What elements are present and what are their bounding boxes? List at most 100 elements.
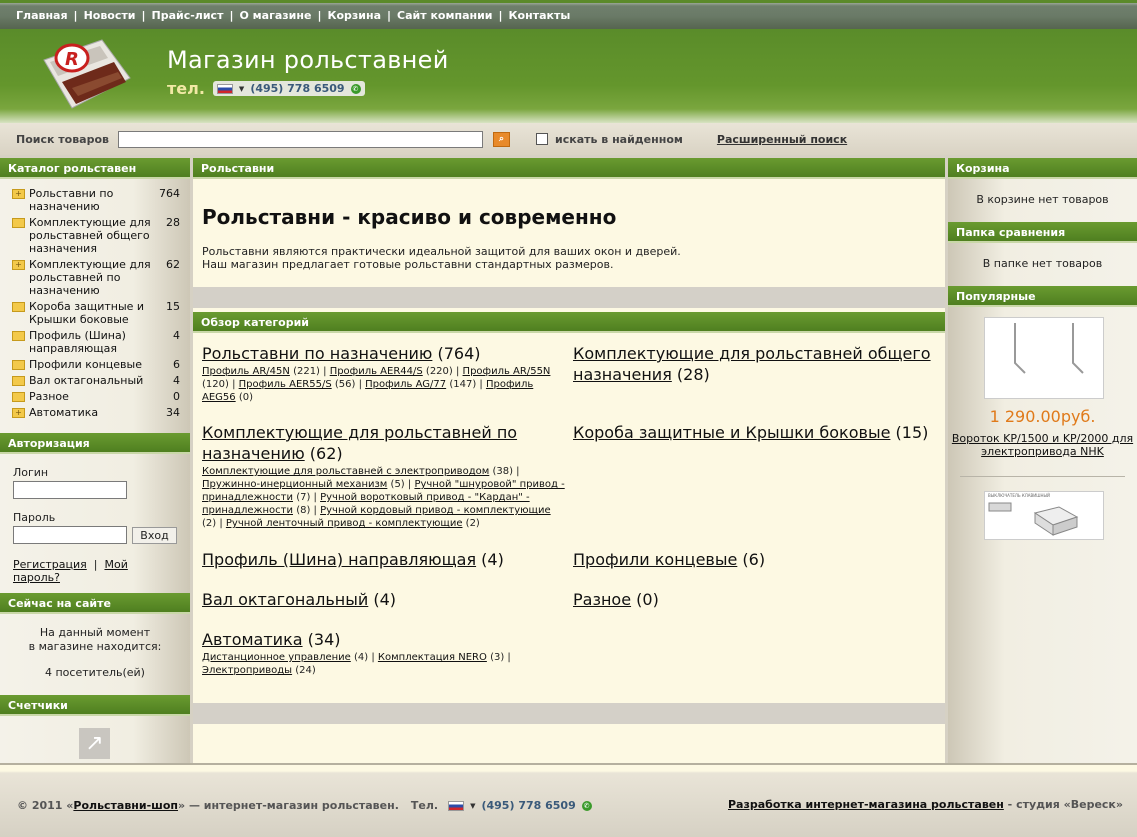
popular-product-name[interactable]: Вороток KP/1500 и KP/2000 для электропри… [948, 432, 1137, 458]
top-navigation: Главная | Новости | Прайс-лист | О магазине | Ко… [0, 0, 1137, 29]
page-title: Рольставни - красиво и современно [202, 205, 617, 229]
catalog-item[interactable]: + Автоматика 34 [12, 406, 180, 419]
category-count: (4) [481, 550, 504, 569]
catalog-item[interactable]: + Рольставни по назначению 764 [12, 187, 180, 213]
catalog-item[interactable]: Разное 0 [12, 390, 180, 403]
catalog-item-count: 28 [166, 216, 180, 229]
catalog-item-count: 34 [166, 406, 180, 419]
call-icon[interactable]: ✆ [581, 800, 592, 811]
subcategory-link[interactable]: Профиль AR/45N [202, 366, 290, 377]
subcategory-count: (4) [354, 652, 369, 663]
catalog-title: Каталог рольставен [0, 158, 190, 179]
tel-label: тел. [167, 79, 205, 98]
catalog-item[interactable]: Профили концевые 6 [12, 358, 180, 371]
subcategory-list: Профиль AR/45N (221) | Профиль AER44/S (… [202, 366, 551, 403]
catalog-item-label[interactable]: Рольставни по назначению [29, 187, 156, 213]
subcategory-count: (2) [465, 518, 480, 529]
nav-link-2[interactable]: Новости [84, 9, 136, 22]
catalog-item[interactable]: Короба защитные и Крышки боковые 15 [12, 300, 180, 326]
catalog-item-label[interactable]: Профили концевые [29, 358, 156, 371]
login-input[interactable] [13, 481, 127, 499]
subcategory-link[interactable]: Комплектация NERO [378, 652, 487, 663]
popular-product-image-2[interactable]: ВЫКЛЮЧАТЕЛЬ КЛАВИШНЫЙ [984, 491, 1104, 540]
search-in-found-checkbox[interactable] [536, 133, 548, 145]
login-button[interactable]: Вход [132, 526, 177, 544]
developer-suffix: - студия «Вереск» [1003, 798, 1123, 811]
popular-product-image[interactable] [984, 317, 1104, 399]
category-title: Короба защитные и Крышки боковые (15) [573, 422, 938, 443]
category-link[interactable]: Рольставни по назначению [202, 344, 432, 363]
category-link[interactable]: Автоматика [202, 630, 303, 649]
nav-separator: | [229, 9, 234, 22]
catalog-item-label[interactable]: Короба защитные и Крышки боковые [29, 300, 156, 326]
footer-developer: Разработка интернет-магазина рольставен … [728, 798, 1123, 811]
cart-empty-text: В корзине нет товаров [976, 193, 1109, 206]
category-link[interactable]: Профиль (Шина) направляющая [202, 550, 476, 569]
popular-product-link[interactable]: Вороток KP/1500 и KP/2000 для электропри… [952, 432, 1133, 458]
subcategory-count: (3) [490, 652, 505, 663]
catalog-item[interactable]: + Комплектующие для рольставней по назнач… [12, 258, 180, 297]
category-link[interactable]: Короба защитные и Крышки боковые [573, 423, 890, 442]
shop-logo[interactable]: R [42, 38, 132, 113]
search-icon[interactable]: ⌕ [493, 131, 510, 147]
category-link[interactable]: Вал октагональный [202, 590, 368, 609]
counter-arrow-icon[interactable]: ↗ [79, 728, 110, 759]
developer-link[interactable]: Разработка интернет-магазина рольставен [728, 798, 1004, 811]
catalog-item-label[interactable]: Разное [29, 390, 156, 403]
grey-divider-bottom [193, 703, 945, 724]
subcategory-link[interactable]: Профиль AG/77 [365, 379, 446, 390]
subcategory-link[interactable]: Профиль AER44/S [330, 366, 423, 377]
category-block: Комплектующие для рольставней по назначе… [202, 422, 567, 530]
crank-handle-icon [1014, 323, 1084, 374]
subcategory-count: (8) [296, 505, 311, 516]
category-link[interactable]: Комплектующие для рольставней общего наз… [573, 344, 931, 384]
nav-link-7[interactable]: Контакты [509, 9, 571, 22]
grey-divider [193, 287, 945, 308]
search-bar: Поиск товаров ⌕ искать в найденном Расши… [0, 123, 1137, 155]
subcategory-link[interactable]: Профиль AR/55N [463, 366, 551, 377]
nav-link-4[interactable]: О магазине [240, 9, 312, 22]
catalog-item-label[interactable]: Профиль (Шина) направляющая [29, 329, 156, 355]
category-link[interactable]: Комплектующие для рольставней по назначе… [202, 423, 517, 463]
phone-pill[interactable]: ▼ (495) 778 6509 ✆ [212, 81, 365, 96]
subcategory-link[interactable]: Ручной ленточный привод - комплектующие [226, 518, 463, 529]
switch-box-icon [988, 502, 1079, 536]
register-link[interactable]: Регистрация [13, 558, 87, 571]
category-link[interactable]: Разное [573, 590, 631, 609]
subcategory-link[interactable]: Дистанционное управление [202, 652, 351, 663]
breadcrumb: Рольставни [193, 158, 945, 179]
advanced-search-link[interactable]: Расширенный поиск [717, 133, 847, 146]
subcategory-link[interactable]: Ручной кордовый привод - комплектующие [320, 505, 551, 516]
category-block: Вал октагональный (4) [202, 589, 567, 610]
shop-link[interactable]: Рольставни-шоп [73, 799, 178, 812]
catalog-item[interactable]: Профиль (Шина) направляющая 4 [12, 329, 180, 355]
catalog-item-label[interactable]: Комплектующие для рольставней общего наз… [29, 216, 156, 255]
catalog-item-label[interactable]: Вал октагональный [29, 374, 156, 387]
left-sidebar: Каталог рольставен + Рольставни по назнач… [0, 158, 190, 763]
nav-link-5[interactable]: Корзина [327, 9, 381, 22]
nav-link-6[interactable]: Сайт компании [397, 9, 492, 22]
site-footer: © 2011 «Рольставни-шоп» — интернет-магаз… [0, 763, 1137, 837]
subcategory-link[interactable]: Электроприводы [202, 665, 292, 676]
search-in-found-label: искать в найденном [555, 132, 683, 146]
catalog-item[interactable]: Вал октагональный 4 [12, 374, 180, 387]
subcategory-link[interactable]: Пружинно-инерционный механизм [202, 479, 387, 490]
search-input[interactable] [118, 130, 483, 148]
catalog-item[interactable]: Комплектующие для рольставней общего наз… [12, 216, 180, 255]
footer-phone-pill[interactable]: ▼ (495) 778 6509 ✆ [444, 798, 596, 813]
catalog-item-count: 62 [166, 258, 180, 271]
category-block: Разное (0) [573, 589, 938, 610]
catalog-item-label[interactable]: Комплектующие для рольставней по назначе… [29, 258, 156, 297]
popular-title: Популярные [948, 286, 1137, 307]
folder-icon [12, 218, 25, 228]
folder-icon [12, 302, 25, 312]
subcategory-link[interactable]: Профиль AER55/S [239, 379, 332, 390]
catalog-item-label[interactable]: Автоматика [29, 406, 156, 419]
category-link[interactable]: Профили концевые [573, 550, 737, 569]
category-title: Профили концевые (6) [573, 549, 938, 570]
call-icon[interactable]: ✆ [350, 83, 361, 94]
nav-link-3[interactable]: Прайс-лист [152, 9, 224, 22]
subcategory-link[interactable]: Комплектующие для рольставней с электроп… [202, 466, 489, 477]
nav-link-1[interactable]: Главная [16, 9, 68, 22]
password-input[interactable] [13, 526, 127, 544]
